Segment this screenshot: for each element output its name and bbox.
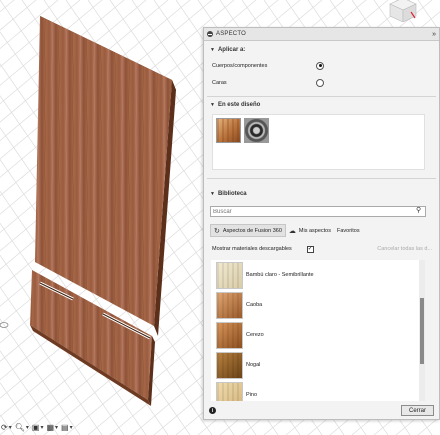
material-name: Bambú claro - Semibrillante [246, 272, 314, 278]
expand-triangle-icon: ▼ [210, 47, 215, 53]
material-thumbnail-icon[interactable] [216, 381, 243, 401]
divider [207, 178, 436, 179]
material-list-item[interactable]: Nogal [211, 350, 419, 380]
wood-material-icon[interactable] [216, 118, 241, 143]
material-thumbnail-icon[interactable] [216, 351, 243, 379]
library-heading: Biblioteca [217, 191, 247, 197]
grid-icon: ▦ [46, 422, 55, 432]
apply-faces-radio[interactable] [316, 78, 324, 87]
refresh-icon[interactable]: ↻ [214, 227, 220, 235]
panel-title: ASPECTO [216, 31, 246, 37]
material-list-scrollbar[interactable] [419, 260, 425, 401]
wood-board-model[interactable] [30, 16, 176, 406]
cloud-icon: ☁ [288, 227, 296, 235]
tab-label: Favoritos [337, 227, 360, 234]
zoom-icon: 🔍︎ [14, 422, 25, 432]
tab-fusion-appearances[interactable]: ↻ Aspectos de Fusion 360 [210, 224, 286, 237]
info-icon[interactable]: i [209, 407, 216, 414]
expand-triangle-icon: ▼ [210, 102, 215, 108]
tab-my-appearances[interactable]: ☁ Mis aspectos [286, 224, 334, 237]
display-icon: ▣ [31, 422, 40, 432]
library-tabs: ↻ Aspectos de Fusion 360 ☁ Mis aspectos … [210, 224, 428, 237]
in-design-swatches [212, 114, 425, 170]
zoom-button[interactable]: 🔍︎ ▾ [15, 423, 29, 432]
close-button[interactable]: Cerrar [401, 405, 434, 416]
material-list: Bambú claro - Semibrillante Caoba Cerezo No… [211, 260, 419, 401]
panel-footer: i Cerrar [204, 401, 439, 420]
tab-favorites[interactable]: Favoritos [334, 224, 363, 237]
apply-faces-label: Caras [212, 79, 227, 86]
material-list-item[interactable]: Bambú claro - Semibrillante [211, 260, 419, 290]
material-list-item[interactable]: Pino [211, 380, 419, 401]
double-chevron-right-icon[interactable]: » [432, 31, 436, 38]
display-settings-button[interactable]: ▣ ▾ [32, 423, 44, 432]
apply-bodies-option[interactable]: Cuerpos/componentes [204, 57, 439, 74]
apply-faces-option[interactable]: Caras [204, 74, 439, 91]
chevron-down-icon: ▾ [55, 424, 59, 431]
material-name: Nogal [246, 362, 261, 368]
show-downloadable-row: Mostrar materiales descargables ✓ Cancel… [212, 243, 432, 255]
grid-settings-button[interactable]: ▦ ▾ [46, 423, 58, 432]
chevron-down-icon: ▾ [25, 424, 29, 431]
material-list-item[interactable]: Caoba [211, 290, 419, 320]
tab-label: Aspectos de Fusion 360 [222, 227, 282, 234]
material-list-item[interactable]: Cerezo [211, 320, 419, 350]
material-name: Cerezo [246, 332, 264, 338]
chevron-down-icon: ▾ [8, 424, 12, 431]
viewports-button[interactable]: ▤ ▾ [61, 423, 73, 432]
apply-to-heading: Aplicar a: [217, 47, 246, 53]
orbit-icon: ⟳ [1, 422, 8, 432]
apply-bodies-label: Cuerpos/componentes [212, 62, 268, 69]
library-section-header[interactable]: ▼ Biblioteca [204, 187, 439, 201]
scrollbar-thumb[interactable] [420, 298, 424, 364]
navigation-toolbar: ⟳ ▾ 🔍︎ ▾ ▣ ▾ ▦ ▾ ▤ ▾ [0, 420, 110, 434]
in-design-heading: En este diseño [217, 102, 261, 108]
in-design-section-header[interactable]: ▼ En este diseño [204, 98, 439, 112]
orbit-button[interactable]: ⟳ ▾ [1, 423, 12, 432]
chevron-down-icon: ▾ [40, 424, 44, 431]
tab-label: Mis aspectos [298, 227, 331, 234]
apply-bodies-radio[interactable] [316, 61, 324, 70]
metal-material-icon[interactable] [244, 118, 269, 143]
panel-header[interactable]: ASPECTO » [204, 28, 439, 41]
appearance-panel: ASPECTO » ▼ Aplicar a: Cuerpos/component… [203, 27, 440, 420]
material-thumbnail-icon[interactable] [216, 321, 243, 349]
viewports-icon: ▤ [61, 422, 69, 432]
divider [207, 96, 436, 97]
material-thumbnail-icon[interactable] [216, 291, 243, 319]
show-downloadable-checkbox[interactable]: ✓ [306, 245, 314, 253]
viewcube[interactable] [386, 0, 420, 22]
collapse-icon[interactable] [207, 31, 213, 37]
apply-to-section-header[interactable]: ▼ Aplicar a: [204, 43, 439, 57]
show-downloadable-label: Mostrar materiales descargables [212, 246, 292, 252]
chevron-down-icon: ▾ [69, 424, 73, 431]
material-thumbnail-icon[interactable] [216, 261, 243, 289]
search-input[interactable] [210, 206, 426, 217]
search-icon[interactable]: ⚲ [416, 206, 421, 214]
material-name: Pino [246, 392, 258, 398]
expand-triangle-icon: ▼ [210, 191, 215, 197]
cancel-all-downloads-link[interactable]: Cancelar todas las d... [377, 246, 432, 252]
material-name: Caoba [246, 302, 263, 308]
